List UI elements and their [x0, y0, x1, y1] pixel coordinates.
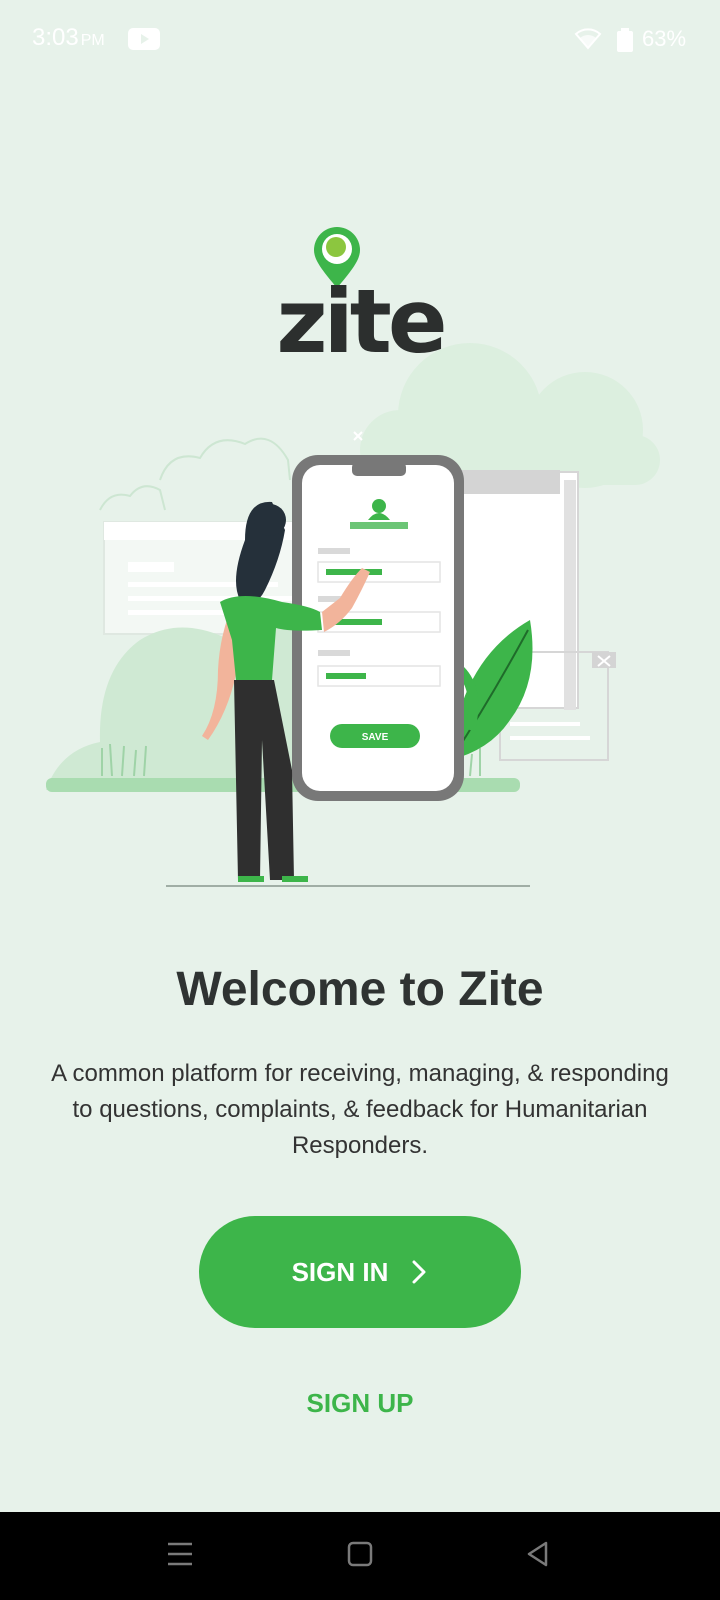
menu-icon[interactable] — [166, 1540, 194, 1568]
sign-in-button[interactable]: SIGN IN — [199, 1216, 521, 1328]
navigation-bar — [0, 1512, 720, 1600]
wifi-icon — [574, 28, 602, 50]
status-time: 3:03 PM — [32, 24, 105, 52]
illustration-save-label: SAVE — [362, 732, 389, 743]
back-icon[interactable] — [524, 1540, 552, 1568]
sign-up-link[interactable]: SIGN UP — [0, 1388, 720, 1419]
cloud-small — [99, 437, 291, 511]
welcome-title: Welcome to Zite — [176, 963, 544, 1016]
status-time-value: 3:03 — [32, 24, 79, 51]
illustration: SAVE — [46, 343, 660, 887]
battery-icon — [617, 28, 633, 52]
youtube-icon — [128, 28, 160, 50]
sign-in-label: SIGN IN — [291, 1256, 389, 1287]
home-icon[interactable] — [346, 1540, 374, 1568]
welcome-description: A common platform for receiving, managin… — [51, 1060, 669, 1159]
status-time-ampm: PM — [80, 32, 105, 49]
status-bar: 3:03 PM 63% — [0, 0, 720, 80]
battery-percent: 63% — [642, 26, 687, 51]
chevron-right-icon — [412, 1260, 426, 1284]
